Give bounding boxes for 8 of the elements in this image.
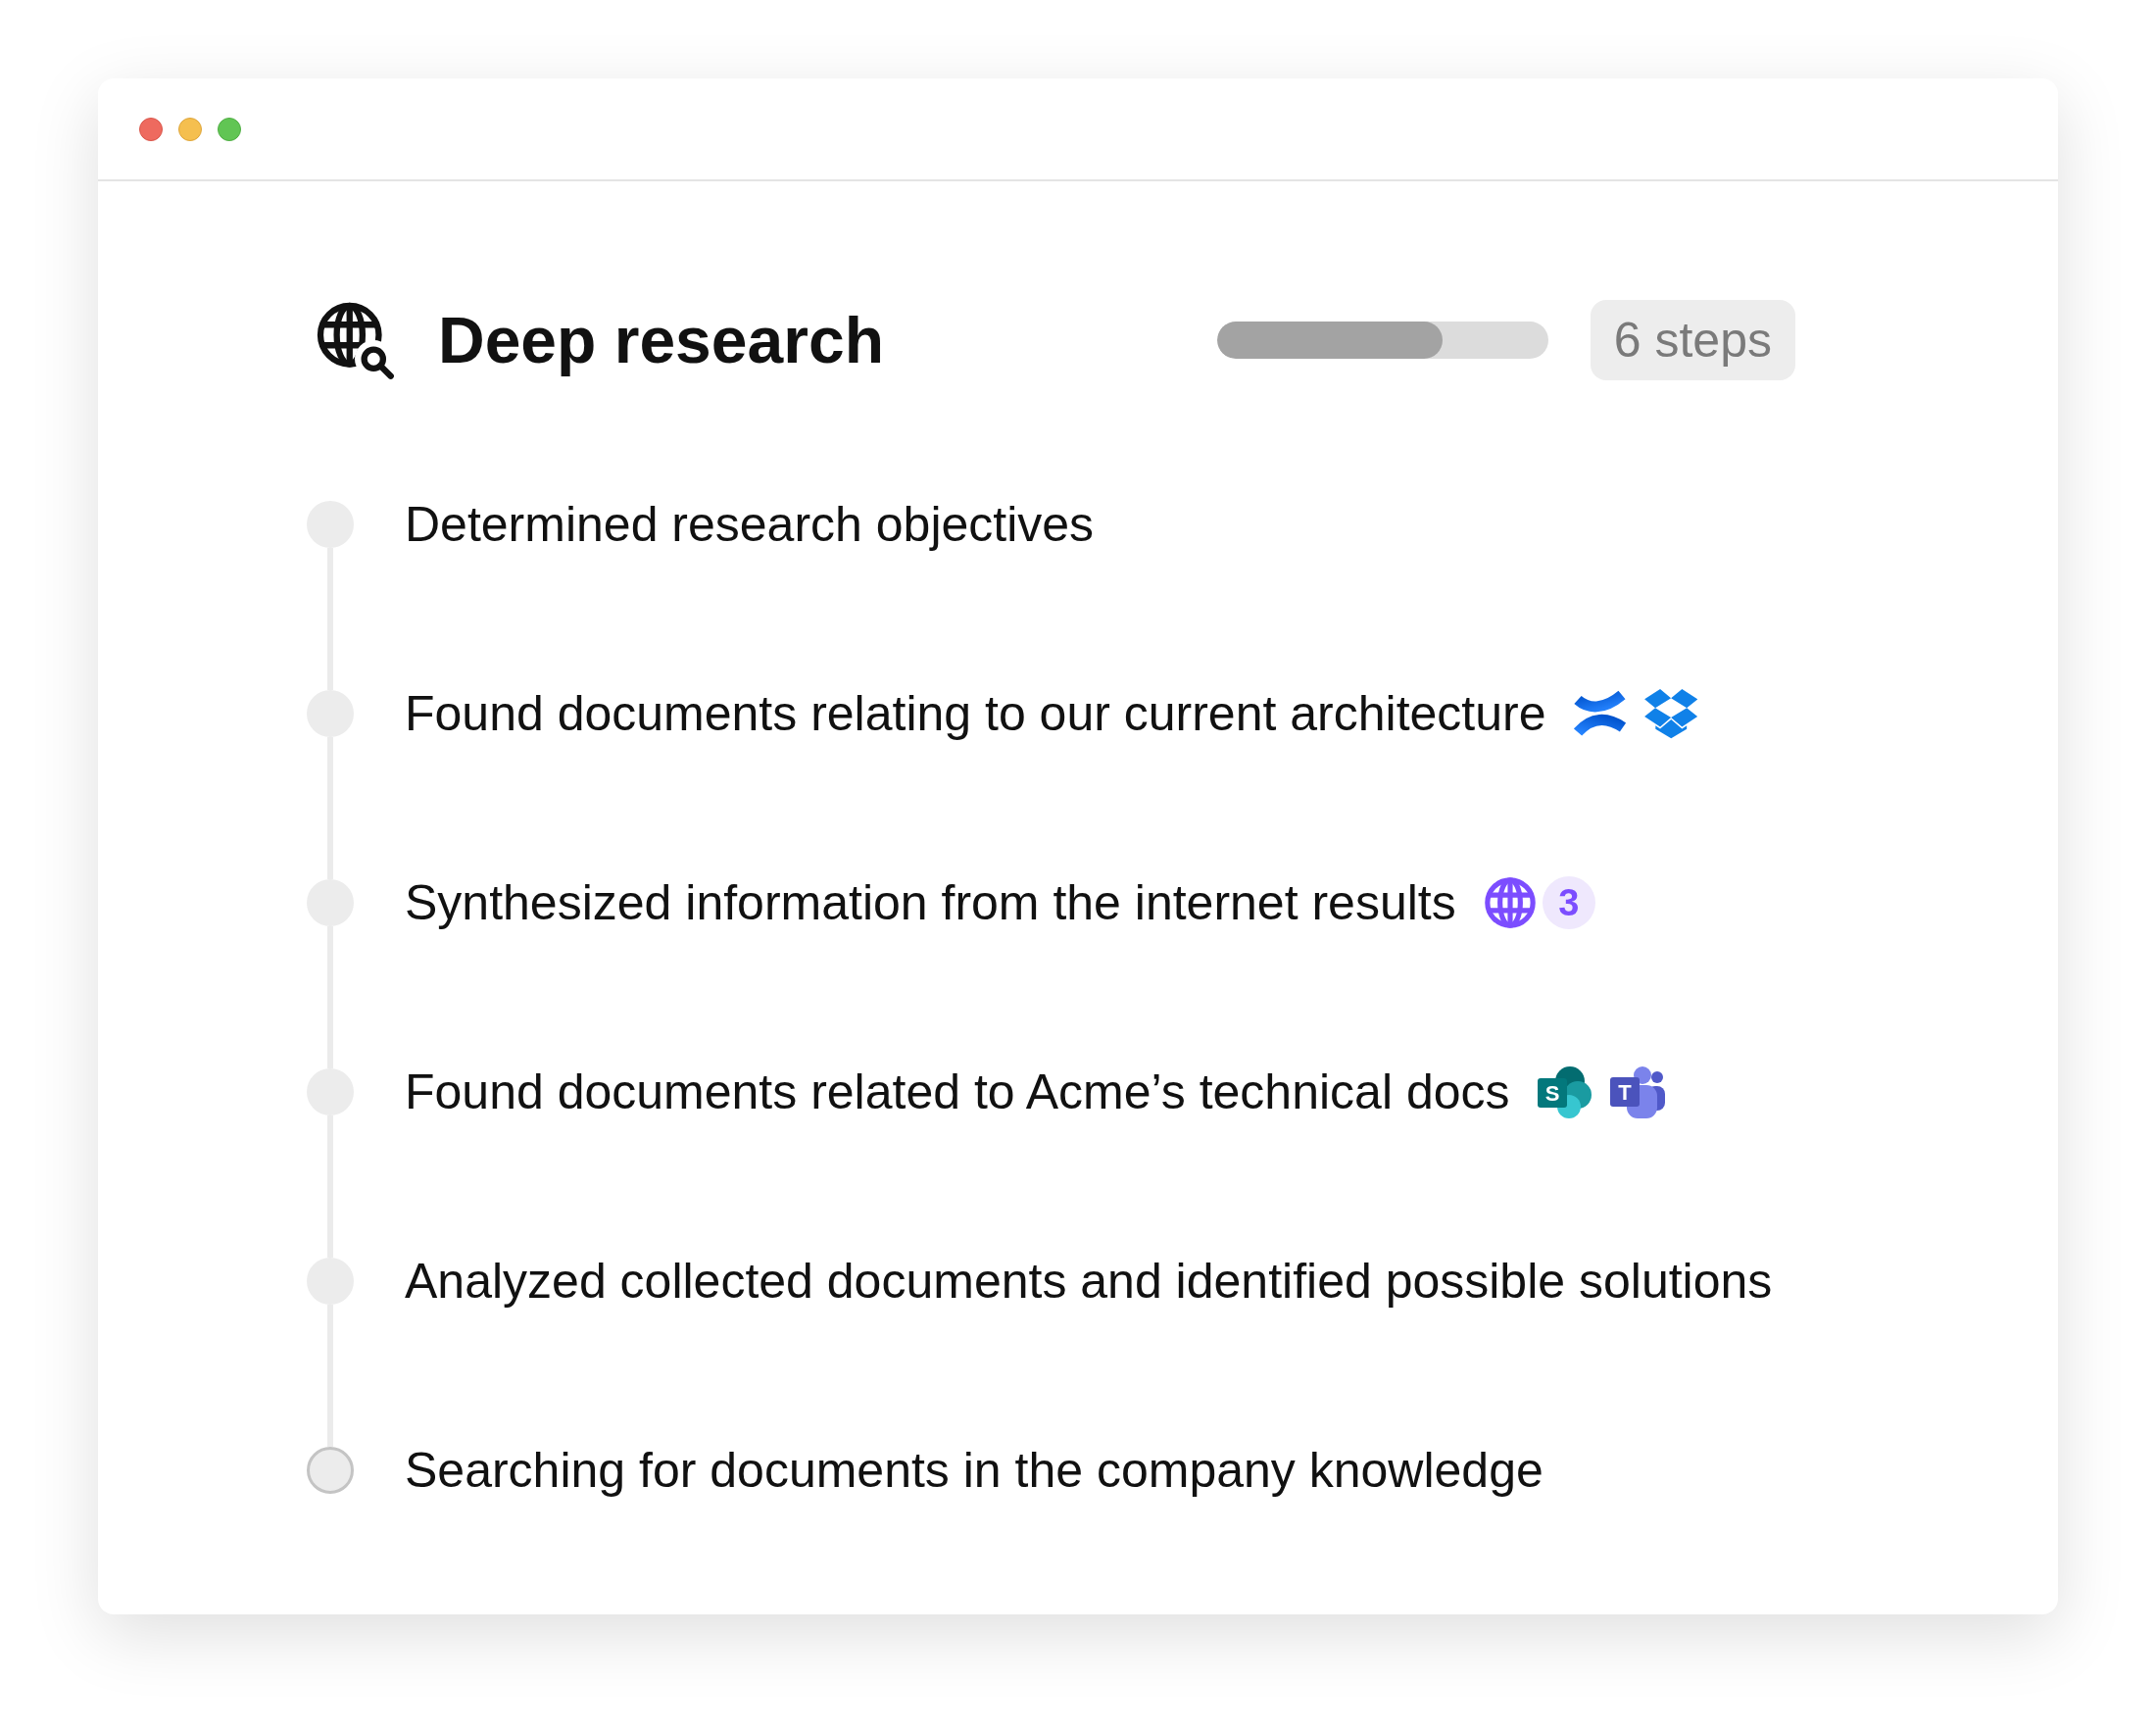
step-label: Found documents related to Acme’s technical docs: [405, 1068, 1510, 1115]
open-box-logo-icon: [1643, 688, 1698, 739]
minimize-window-button[interactable]: [178, 117, 202, 141]
globe-icon: [1483, 876, 1537, 929]
steps-count-badge: 6 steps: [1590, 300, 1795, 380]
close-window-button[interactable]: [139, 117, 163, 141]
result-count-badge: 3: [1542, 876, 1595, 929]
maximize-window-button[interactable]: [218, 117, 241, 141]
